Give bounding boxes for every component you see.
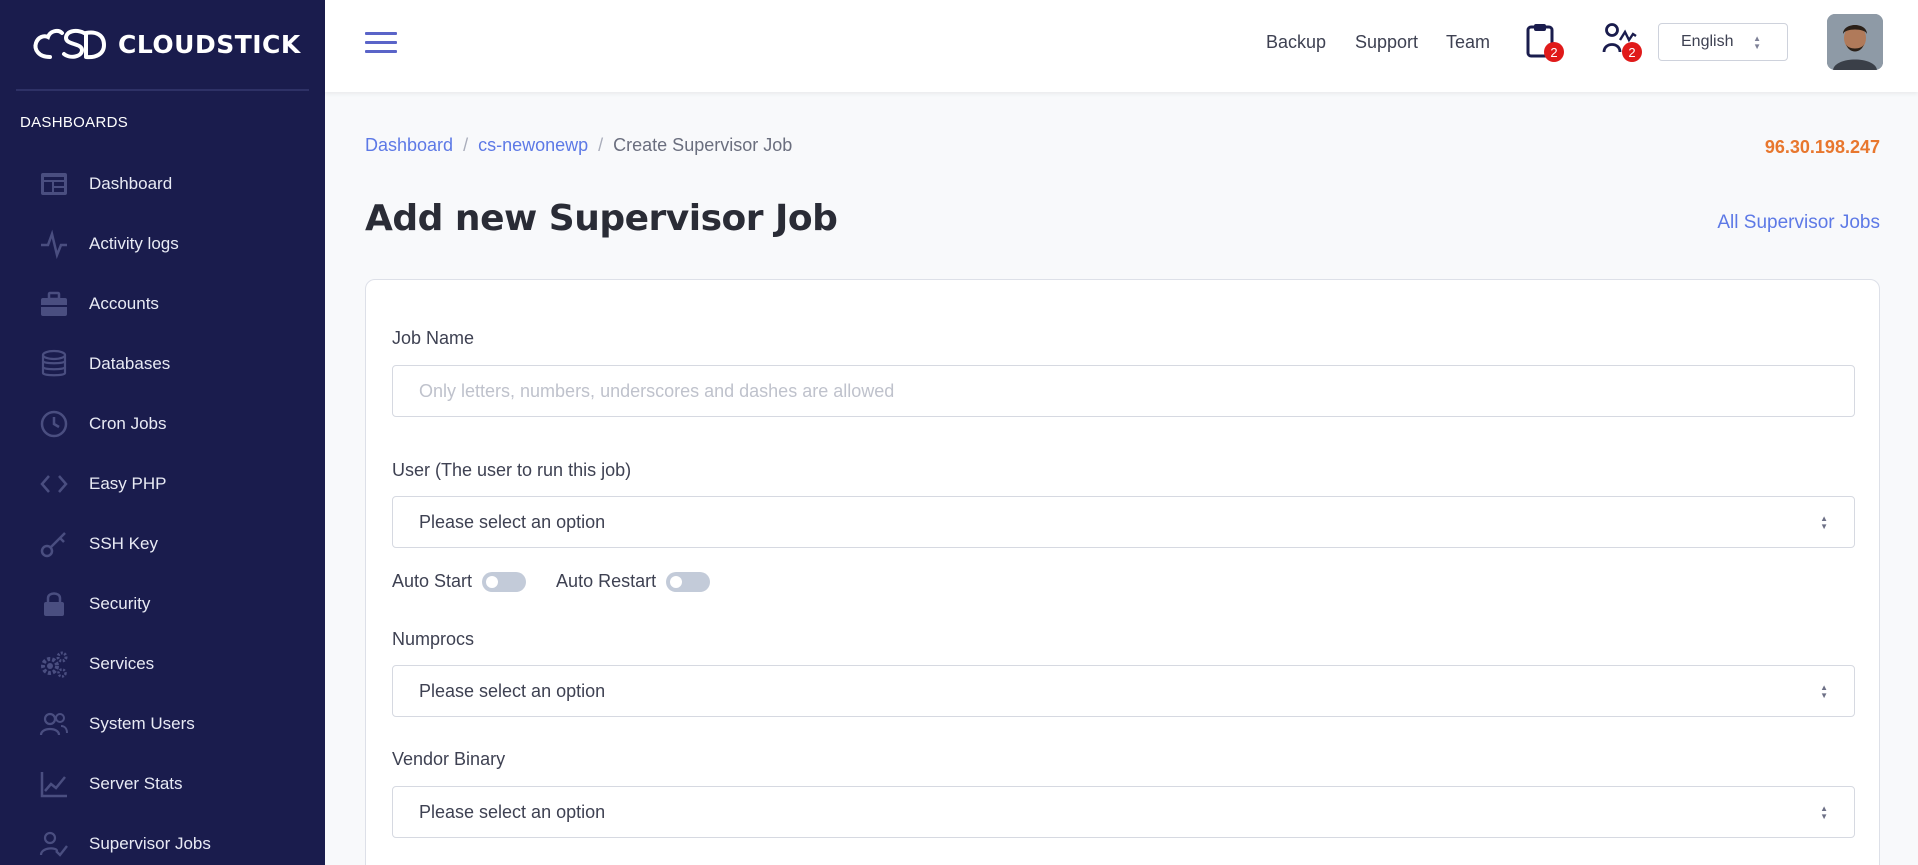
- sidebar-item-ssh-key[interactable]: SSH Key: [0, 514, 325, 574]
- sidebar-item-label: Cron Jobs: [89, 414, 167, 433]
- breadcrumb-separator: /: [598, 135, 604, 155]
- lock-icon: [38, 588, 70, 620]
- breadcrumb-server-link[interactable]: cs-newonewp: [478, 135, 588, 156]
- key-icon: [38, 528, 70, 560]
- user-select-value: Please select an option: [419, 511, 606, 532]
- sidebar-item-services[interactable]: Services: [0, 634, 325, 694]
- sidebar-item-dashboard[interactable]: Dashboard: [0, 154, 325, 214]
- vendor-binary-label: Vendor Binary: [392, 749, 506, 769]
- sidebar-section-title: DASHBOARDS: [20, 114, 129, 131]
- backup-link[interactable]: Backup: [1266, 32, 1326, 53]
- vendor-binary-select[interactable]: Please select an option ▲ ▼: [392, 786, 1855, 838]
- toggle-knob: [670, 575, 683, 588]
- user-check-icon: [38, 828, 70, 860]
- sidebar-item-label: Databases: [89, 354, 171, 373]
- tasks-badge: 2: [1544, 42, 1564, 62]
- support-link[interactable]: Support: [1355, 32, 1418, 53]
- sidebar-item-label: Activity logs: [89, 234, 179, 253]
- team-link[interactable]: Team: [1446, 32, 1490, 53]
- hamburger-line: [365, 32, 397, 35]
- supervisor-job-form: Job Name User (The user to run this job)…: [365, 279, 1880, 865]
- sidebar-item-supervisor-jobs[interactable]: Supervisor Jobs: [0, 814, 325, 865]
- top-header: Backup Support Team 2 2 English ▲ ▼: [325, 0, 1918, 92]
- breadcrumb-separator: /: [463, 135, 469, 155]
- sidebar-item-label: Dashboard: [89, 174, 173, 193]
- team-badge: 2: [1622, 42, 1642, 62]
- select-arrows-icon: ▲ ▼: [1820, 514, 1828, 531]
- sidebar-item-label: System Users: [89, 714, 195, 733]
- breadcrumb-dashboard-link[interactable]: Dashboard: [365, 135, 453, 156]
- language-select[interactable]: English ▲ ▼: [1658, 23, 1788, 61]
- numprocs-select[interactable]: Please select an option ▲ ▼: [392, 665, 1855, 717]
- sidebar-item-label: Easy PHP: [89, 474, 167, 493]
- sidebar-item-system-users[interactable]: System Users: [0, 694, 325, 754]
- all-supervisor-jobs-link[interactable]: All Supervisor Jobs: [1717, 212, 1880, 234]
- users-icon: [38, 708, 70, 740]
- activity-pulse-icon: [38, 228, 70, 260]
- toggle-row: Auto Start Auto Restart: [392, 571, 711, 592]
- briefcase-icon: [38, 288, 70, 320]
- cloudstick-logo[interactable]: CLOUDSTICK: [30, 26, 301, 62]
- page-title: Add new Supervisor Job: [365, 198, 838, 239]
- sidebar-item-server-stats[interactable]: Server Stats: [0, 754, 325, 814]
- sidebar-item-cron-jobs[interactable]: Cron Jobs: [0, 394, 325, 454]
- server-ip: 96.30.198.247: [1764, 137, 1880, 157]
- breadcrumb-current: Create Supervisor Job: [613, 135, 793, 155]
- sidebar-nav: Dashboard Activity logs Accounts Databas…: [0, 154, 325, 865]
- sidebar-item-accounts[interactable]: Accounts: [0, 274, 325, 334]
- cloudstick-logo-icon: [33, 28, 106, 60]
- team-notifications-button[interactable]: 2: [1602, 22, 1642, 62]
- vendor-binary-select-value: Please select an option: [419, 801, 606, 822]
- logo-divider: [16, 89, 309, 91]
- sidebar-item-activity-logs[interactable]: Activity logs: [0, 214, 325, 274]
- auto-start-label: Auto Start: [392, 571, 473, 591]
- sidebar-item-label: Supervisor Jobs: [89, 834, 211, 853]
- dashboard-grid-icon: [38, 168, 70, 200]
- clock-icon: [38, 408, 70, 440]
- job-name-label: Job Name: [392, 328, 475, 348]
- chart-line-icon: [38, 768, 70, 800]
- hamburger-line: [365, 41, 397, 44]
- tasks-button[interactable]: 2: [1524, 22, 1564, 62]
- sidebar-item-label: Accounts: [89, 294, 159, 313]
- select-arrows-icon: ▲ ▼: [1820, 683, 1828, 700]
- user-label: User (The user to run this job): [392, 460, 632, 480]
- select-arrows-icon: ▲ ▼: [1820, 804, 1828, 821]
- gears-icon: [38, 648, 70, 680]
- language-value: English: [1681, 33, 1734, 50]
- brand-name: CLOUDSTICK: [118, 29, 301, 59]
- select-arrows-icon: ▲ ▼: [1753, 34, 1761, 51]
- avatar-image: [1827, 14, 1883, 70]
- code-brackets-icon: [38, 468, 70, 500]
- job-name-input[interactable]: [392, 365, 1855, 417]
- numprocs-label: Numprocs: [392, 629, 475, 649]
- auto-restart-toggle[interactable]: [666, 571, 711, 592]
- menu-toggle-button[interactable]: [365, 32, 397, 54]
- sidebar-item-databases[interactable]: Databases: [0, 334, 325, 394]
- numprocs-select-value: Please select an option: [419, 680, 606, 701]
- breadcrumb: Dashboard / cs-newonewp / Create Supervi…: [365, 135, 792, 156]
- auto-start-toggle[interactable]: [482, 571, 527, 592]
- sidebar: CLOUDSTICK DASHBOARDS Dashboard Activity…: [0, 0, 325, 865]
- database-icon: [38, 348, 70, 380]
- user-avatar[interactable]: [1827, 14, 1883, 70]
- sidebar-item-easy-php[interactable]: Easy PHP: [0, 454, 325, 514]
- sidebar-item-label: Server Stats: [89, 774, 183, 793]
- user-select[interactable]: Please select an option ▲ ▼: [392, 496, 1855, 548]
- toggle-knob: [486, 575, 499, 588]
- sidebar-item-security[interactable]: Security: [0, 574, 325, 634]
- sidebar-item-label: Services: [89, 654, 155, 673]
- sidebar-item-label: Security: [89, 594, 151, 613]
- auto-restart-label: Auto Restart: [556, 571, 657, 591]
- hamburger-line: [365, 50, 397, 53]
- sidebar-item-label: SSH Key: [89, 534, 158, 553]
